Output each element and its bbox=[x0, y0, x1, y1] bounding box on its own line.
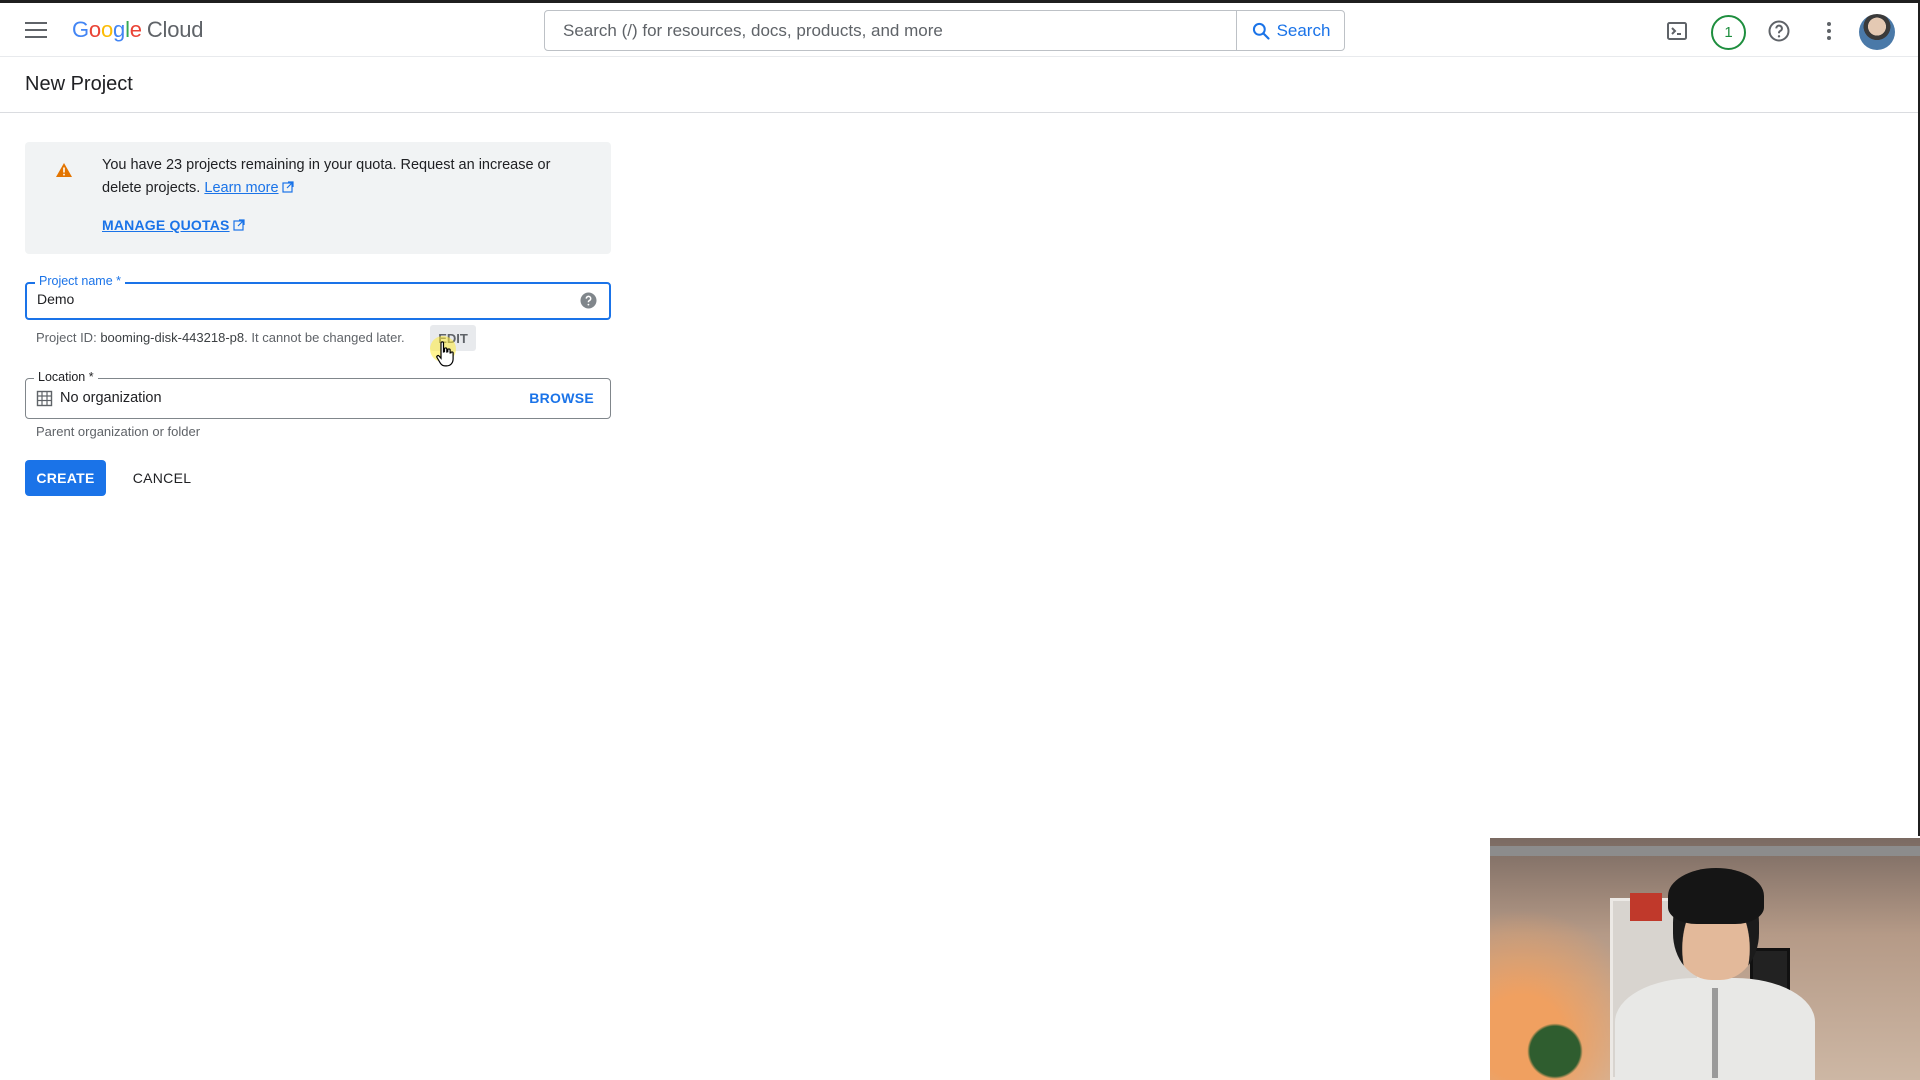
search-button[interactable]: Search bbox=[1236, 11, 1344, 50]
location-field[interactable]: Location * No organization BROWSE bbox=[25, 370, 611, 419]
webcam-zipper bbox=[1712, 988, 1718, 1078]
project-id-prefix: Project ID: bbox=[36, 330, 97, 345]
quota-message: You have 23 projects remaining in your q… bbox=[102, 157, 551, 196]
search-input[interactable] bbox=[545, 11, 1236, 50]
cloud-shell-icon[interactable] bbox=[1663, 17, 1691, 45]
logo-letter: o bbox=[100, 17, 114, 42]
organization-icon bbox=[36, 390, 53, 407]
logo-letter: G bbox=[72, 17, 89, 42]
webcam-overlay bbox=[1490, 838, 1920, 1080]
project-id-helper: Project ID: booming-disk-443218-p8. It c… bbox=[36, 330, 405, 345]
location-value: No organization bbox=[60, 390, 162, 406]
learn-more-link[interactable]: Learn more bbox=[204, 180, 278, 196]
project-id-value: booming-disk-443218-p8. bbox=[100, 330, 248, 345]
logo-cloud-text: Cloud bbox=[146, 17, 204, 42]
help-icon[interactable] bbox=[1765, 17, 1793, 45]
project-name-label: Project name * bbox=[35, 274, 125, 288]
google-cloud-console: GoogleCloud Search 1 New Project You hav… bbox=[0, 0, 1920, 1080]
location-helper: Parent organization or folder bbox=[36, 424, 201, 439]
warning-icon bbox=[56, 163, 72, 177]
create-button[interactable]: CREATE bbox=[25, 460, 106, 496]
project-name-input[interactable] bbox=[37, 291, 557, 307]
logo-letter: g bbox=[113, 17, 126, 42]
help-icon[interactable] bbox=[580, 292, 597, 309]
avatar[interactable] bbox=[1859, 14, 1895, 50]
project-id-note: It cannot be changed later. bbox=[251, 330, 405, 345]
search-bar: Search bbox=[544, 10, 1345, 51]
logo-letter: o bbox=[88, 17, 101, 42]
external-link-icon bbox=[232, 219, 245, 231]
notification-badge[interactable]: 1 bbox=[1711, 15, 1746, 50]
quota-notice-text: You have 23 projects remaining in your q… bbox=[102, 154, 582, 200]
quota-notice: You have 23 projects remaining in your q… bbox=[25, 142, 611, 254]
google-cloud-logo[interactable]: Google Cloud bbox=[72, 17, 203, 43]
webcam-plant bbox=[1520, 1008, 1590, 1080]
search-button-label: Search bbox=[1276, 20, 1331, 40]
webcam-pipe bbox=[1490, 846, 1920, 856]
external-link-icon bbox=[281, 181, 294, 193]
logo-letter: e bbox=[129, 17, 142, 42]
page-title: New Project bbox=[25, 73, 133, 95]
search-icon bbox=[1252, 22, 1270, 40]
manage-quotas-label: MANAGE QUOTAS bbox=[102, 217, 230, 233]
title-bar: New Project bbox=[0, 58, 1918, 113]
browse-button[interactable]: BROWSE bbox=[529, 390, 594, 406]
manage-quotas-link[interactable]: MANAGE QUOTAS bbox=[102, 217, 245, 233]
more-vert-icon[interactable] bbox=[1815, 17, 1843, 45]
webcam-poster bbox=[1630, 893, 1662, 921]
hamburger-menu-icon[interactable] bbox=[22, 19, 50, 43]
webcam-person-hair bbox=[1668, 868, 1764, 924]
location-label: Location * bbox=[34, 370, 98, 384]
project-name-field[interactable]: Project name * bbox=[25, 274, 611, 320]
hand-cursor-icon bbox=[436, 341, 454, 367]
top-header: GoogleCloud Search 1 bbox=[0, 3, 1918, 57]
cancel-button[interactable]: CANCEL bbox=[118, 460, 206, 496]
